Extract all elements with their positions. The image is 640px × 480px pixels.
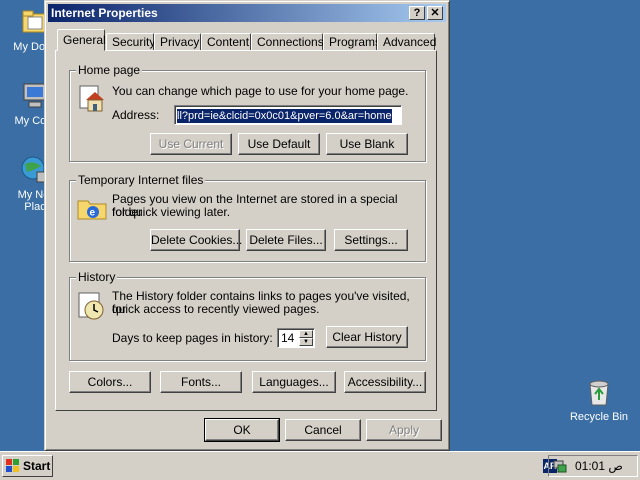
general-tab-panel: Home page You can change which page to u…	[55, 50, 437, 411]
settings-button[interactable]: Settings...	[334, 229, 408, 251]
title-bar[interactable]: Internet Properties ? ✕	[48, 4, 446, 22]
window-title: Internet Properties	[51, 6, 158, 20]
address-input[interactable]: ll?prd=ie&clcid=0x0c01&pver=6.0&ar=home	[174, 105, 402, 125]
use-blank-button[interactable]: Use Blank	[326, 133, 408, 155]
tab-connections[interactable]: Connections	[251, 33, 324, 51]
cancel-button[interactable]: Cancel	[285, 419, 361, 441]
temporary-files-text-line2: for quick viewing later.	[112, 205, 231, 219]
home-page-group-title: Home page	[76, 63, 143, 77]
tab-security[interactable]: Security	[106, 33, 155, 51]
tab-advanced[interactable]: Advanced	[377, 33, 436, 51]
home-page-group: Home page You can change which page to u…	[69, 63, 426, 162]
tab-content[interactable]: Content	[201, 33, 251, 51]
spin-up-icon[interactable]: ▲	[299, 330, 313, 338]
temporary-files-group-title: Temporary Internet files	[76, 173, 206, 187]
history-clock-icon	[76, 290, 108, 322]
colors-button[interactable]: Colors...	[69, 371, 151, 393]
internet-properties-dialog: Internet Properties ? ✕ General Security…	[44, 0, 450, 451]
delete-cookies-button[interactable]: Delete Cookies...	[150, 229, 242, 251]
history-group: History The History folder contains link…	[69, 270, 426, 361]
ok-button[interactable]: OK	[204, 418, 280, 442]
ie-folder-icon: e	[76, 191, 108, 223]
start-button[interactable]: Start	[2, 455, 53, 477]
use-default-button[interactable]: Use Default	[238, 133, 320, 155]
temporary-files-group: Temporary Internet files e Pages you vie…	[69, 173, 426, 262]
home-page-description: You can change which page to use for you…	[112, 84, 409, 98]
delete-files-button[interactable]: Delete Files...	[246, 229, 326, 251]
history-group-title: History	[76, 270, 118, 284]
tab-general[interactable]: General	[57, 29, 106, 51]
desktop-icon-label: Recycle Bin	[569, 411, 629, 423]
days-to-keep-label: Days to keep pages in history:	[112, 331, 273, 345]
desktop-icon-recycle-bin[interactable]: Recycle Bin	[564, 376, 634, 423]
system-tray: 01:01 ص	[548, 455, 638, 477]
network-tray-icon[interactable]	[553, 459, 567, 473]
house-icon	[76, 83, 108, 115]
clock[interactable]: 01:01 ص	[575, 459, 623, 473]
address-label: Address:	[112, 108, 160, 122]
history-text-line2: quick access to recently viewed pages.	[112, 302, 320, 316]
help-button[interactable]: ?	[409, 6, 425, 20]
days-to-keep-stepper[interactable]: 14 ▲ ▼	[277, 328, 315, 348]
clear-history-button[interactable]: Clear History	[326, 326, 408, 348]
days-to-keep-value: 14	[281, 331, 295, 345]
tab-programs[interactable]: Programs	[323, 33, 381, 51]
languages-button[interactable]: Languages...	[252, 371, 336, 393]
close-button[interactable]: ✕	[427, 6, 443, 20]
tab-privacy[interactable]: Privacy	[154, 33, 201, 51]
use-current-button[interactable]: Use Current	[150, 133, 232, 155]
apply-button[interactable]: Apply	[366, 419, 442, 441]
fonts-button[interactable]: Fonts...	[160, 371, 242, 393]
taskbar: Start AR 01:01 ص	[0, 451, 640, 480]
windows-logo-icon	[6, 459, 20, 473]
recycle-bin-icon	[583, 376, 615, 408]
address-value: ll?prd=ie&clcid=0x0c01&pver=6.0&ar=home	[177, 109, 392, 123]
accessibility-button[interactable]: Accessibility...	[344, 371, 426, 393]
spin-down-icon[interactable]: ▼	[299, 338, 313, 346]
start-label: Start	[23, 459, 51, 473]
svg-text:e: e	[90, 208, 96, 219]
